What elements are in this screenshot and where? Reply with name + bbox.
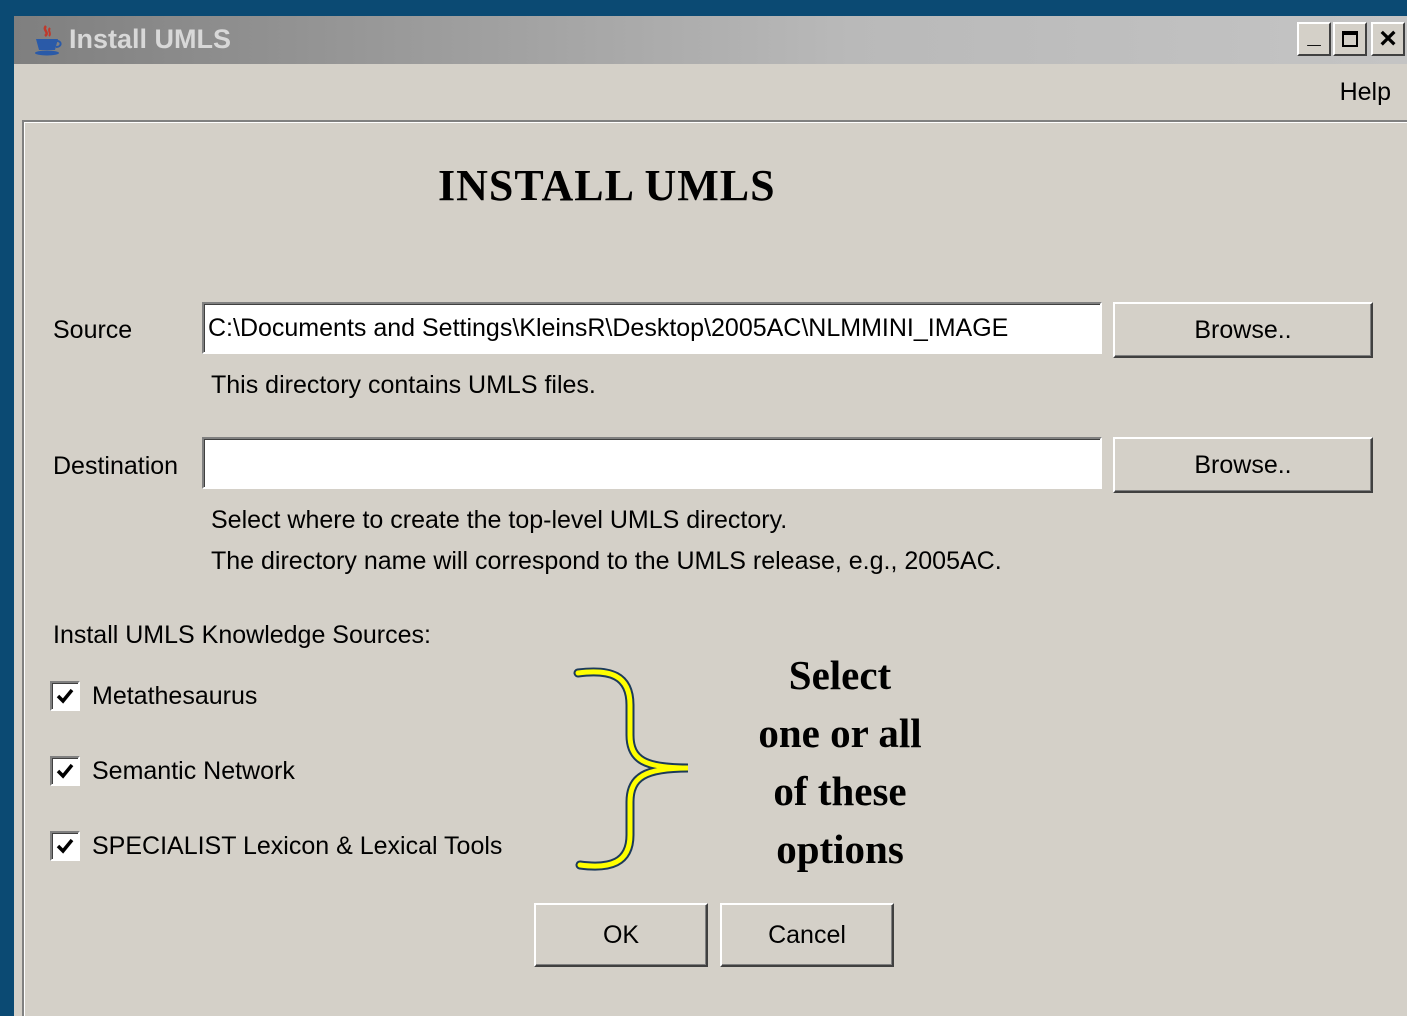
menu-bar: Help bbox=[14, 64, 1407, 116]
java-cup-icon bbox=[35, 25, 62, 56]
annotation-line-1: Select bbox=[788, 652, 892, 698]
annotation-line-4: options bbox=[776, 826, 904, 872]
source-hint: This directory contains UMLS files. bbox=[211, 371, 596, 399]
destination-browse-button[interactable]: Browse.. bbox=[1113, 437, 1373, 493]
option-metathesaurus[interactable]: Metathesaurus bbox=[50, 679, 257, 713]
option-semantic-network[interactable]: Semantic Network bbox=[50, 754, 295, 788]
checkmark-icon bbox=[56, 688, 74, 704]
metathesaurus-checkbox[interactable] bbox=[50, 681, 80, 711]
minimize-button[interactable]: _ bbox=[1297, 22, 1331, 56]
source-label: Source bbox=[53, 316, 133, 344]
knowledge-sources-label: Install UMLS Knowledge Sources: bbox=[53, 621, 431, 649]
checkmark-icon bbox=[56, 763, 74, 779]
ok-button[interactable]: OK bbox=[534, 903, 708, 967]
specialist-lexicon-checkbox[interactable] bbox=[50, 831, 80, 861]
destination-hint-1: Select where to create the top-level UML… bbox=[211, 506, 788, 534]
metathesaurus-label: Metathesaurus bbox=[92, 681, 258, 710]
annotation-line-3: of these bbox=[773, 768, 907, 814]
source-browse-button[interactable]: Browse.. bbox=[1113, 302, 1373, 358]
source-field[interactable]: C:\Documents and Settings\KleinsR\Deskto… bbox=[202, 302, 1102, 354]
window-title: Install UMLS bbox=[69, 24, 232, 54]
close-button[interactable]: × bbox=[1371, 22, 1405, 56]
destination-field[interactable] bbox=[202, 437, 1102, 489]
dialog-heading: INSTALL UMLS bbox=[438, 161, 776, 210]
menu-help[interactable]: Help bbox=[1340, 78, 1391, 107]
cancel-button[interactable]: Cancel bbox=[720, 903, 894, 967]
checkmark-icon bbox=[56, 838, 74, 854]
semantic-network-checkbox[interactable] bbox=[50, 756, 80, 786]
semantic-network-label: Semantic Network bbox=[92, 756, 295, 785]
close-icon: × bbox=[1379, 22, 1397, 55]
destination-hint-2: The directory name will correspond to th… bbox=[211, 547, 1002, 575]
specialist-lexicon-label: SPECIALIST Lexicon & Lexical Tools bbox=[92, 831, 503, 860]
destination-label: Destination bbox=[53, 452, 179, 480]
minimize-icon: _ bbox=[1307, 22, 1321, 49]
option-specialist-lexicon[interactable]: SPECIALIST Lexicon & Lexical Tools bbox=[50, 829, 502, 863]
annotation-line-2: one or all bbox=[758, 710, 922, 756]
curly-brace-icon bbox=[573, 667, 689, 871]
maximize-button[interactable] bbox=[1333, 22, 1367, 56]
annotation-callout: Select one or all of these options bbox=[720, 646, 960, 878]
title-bar[interactable]: Install UMLS _ × bbox=[14, 16, 1407, 64]
maximize-icon bbox=[1342, 31, 1358, 47]
